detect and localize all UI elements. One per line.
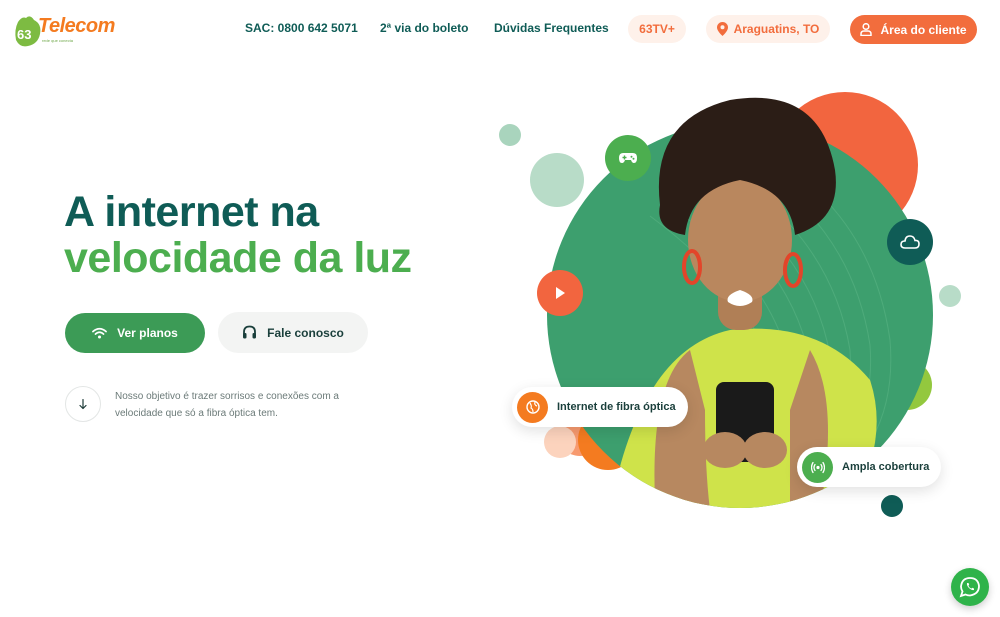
nav-faq-link[interactable]: Dúvidas Frequentes bbox=[494, 21, 609, 35]
nav-boleto-link[interactable]: 2ª via do boleto bbox=[380, 21, 468, 35]
arrow-down-icon bbox=[79, 398, 87, 409]
globe-icon bbox=[517, 391, 548, 423]
map-pin-icon bbox=[716, 22, 728, 36]
logo[interactable]: 63 Telecom rede que conecta bbox=[12, 10, 115, 50]
site-header: 63 Telecom rede que conecta SAC: 0800 64… bbox=[0, 0, 1000, 60]
client-area-button[interactable]: Área do cliente bbox=[850, 15, 977, 44]
headset-icon bbox=[243, 325, 257, 339]
cloud-icon bbox=[900, 235, 920, 249]
whatsapp-button[interactable] bbox=[951, 568, 989, 606]
gamepad-icon bbox=[619, 153, 637, 163]
hero-tagline: Nosso objetivo é trazer sorrisos e conex… bbox=[115, 391, 339, 419]
wifi-icon bbox=[92, 327, 108, 339]
contact-us-button[interactable]: Fale conosco bbox=[218, 312, 368, 353]
fiber-chip-label: Internet de fibra óptica bbox=[557, 401, 676, 413]
play-icon bbox=[556, 287, 565, 299]
nav-sac-link[interactable]: SAC: 0800 642 5071 bbox=[245, 21, 358, 35]
client-area-label: Área do cliente bbox=[880, 22, 967, 37]
see-plans-label: Ver planos bbox=[117, 326, 178, 340]
logo-text: Telecom bbox=[38, 15, 115, 37]
see-plans-button[interactable]: Ver planos bbox=[65, 313, 205, 353]
hero-title-line1: A internet na bbox=[64, 188, 319, 236]
contact-us-label: Fale conosco bbox=[267, 325, 344, 340]
logo-tagline: rede que conecta bbox=[42, 38, 73, 43]
location-selector[interactable]: Araguatins, TO bbox=[706, 15, 830, 43]
hero-title-line2: velocidade da luz bbox=[64, 234, 412, 282]
signal-icon bbox=[802, 451, 833, 483]
coverage-chip: Ampla cobertura bbox=[797, 447, 942, 487]
coverage-chip-label: Ampla cobertura bbox=[842, 461, 930, 473]
location-label: Araguatins, TO bbox=[733, 22, 820, 36]
fiber-chip: Internet de fibra óptica bbox=[512, 387, 688, 427]
scroll-down-button[interactable] bbox=[65, 386, 101, 422]
tv-plus-button[interactable]: 63TV+ bbox=[628, 15, 686, 43]
whatsapp-icon bbox=[959, 577, 980, 598]
svg-text:63: 63 bbox=[17, 27, 31, 42]
user-icon bbox=[860, 23, 873, 36]
hero-illustration: Internet de fibra óptica Ampla cobertura bbox=[490, 80, 1000, 530]
